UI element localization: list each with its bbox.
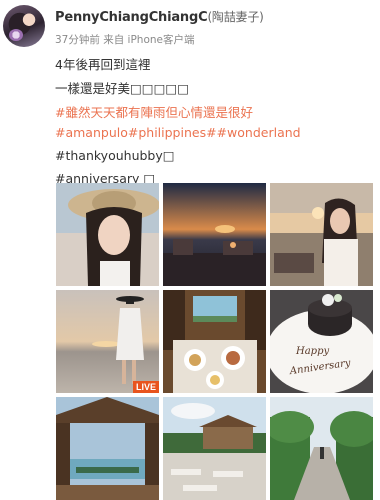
- user-remark: (陶喆妻子): [207, 10, 264, 24]
- hashtag-line-2[interactable]: #amanpulo#philippines##wonderland: [55, 125, 301, 140]
- photo-path[interactable]: [270, 397, 373, 500]
- photo-sunset-deck[interactable]: [163, 183, 266, 286]
- flower-icon: [9, 29, 23, 41]
- post-source: 来自 iPhone客户端: [103, 34, 195, 46]
- avatar[interactable]: [3, 5, 45, 47]
- post-text-line-2: 一樣還是好美□□□□□: [55, 81, 190, 96]
- photo-resort-lounge[interactable]: [163, 397, 266, 500]
- post-author[interactable]: PennyChiangChiangC(陶喆妻子): [55, 8, 264, 25]
- photo-beach-sunset[interactable]: LIVE: [56, 290, 159, 393]
- photo-pavilion[interactable]: [56, 397, 159, 500]
- plate-text-happy: Happy: [295, 346, 329, 357]
- photo-woman-hat[interactable]: [56, 183, 159, 286]
- photo-cake[interactable]: Happy Anniversary: [270, 290, 373, 393]
- post-meta: 37分钟前 来自 iPhone客户端: [55, 32, 195, 47]
- post-time[interactable]: 37分钟前: [55, 34, 100, 46]
- photo-woman-pool[interactable]: [270, 183, 373, 286]
- username[interactable]: PennyChiangChiangC: [55, 10, 208, 25]
- hashtag-line-1[interactable]: #雖然天天都有陣雨但心情還是很好: [55, 102, 253, 121]
- post-text-line-1: 4年後再回到這裡: [55, 57, 151, 72]
- photo-breakfast[interactable]: [163, 290, 266, 393]
- live-badge: LIVE: [132, 381, 159, 393]
- post-text-line-5: #thankyouhubby□: [55, 148, 175, 163]
- photo-grid: LIVE Happy Anniversary: [56, 183, 374, 500]
